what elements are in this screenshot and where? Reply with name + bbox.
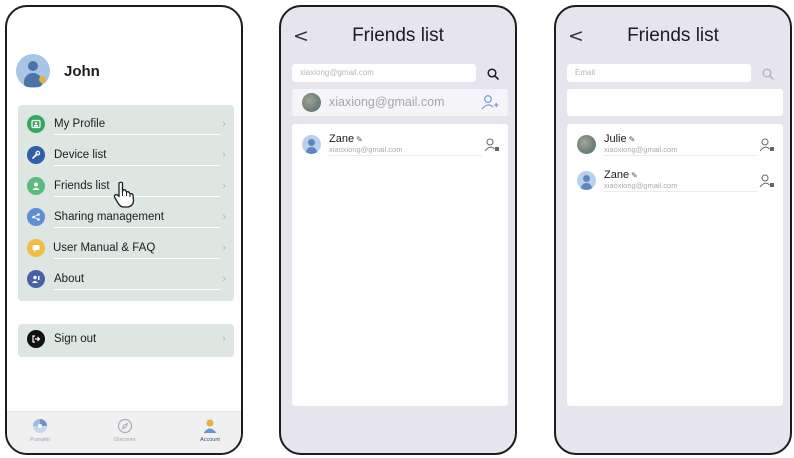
tab-discover[interactable]: Discover [95, 418, 155, 443]
sign-out-label: Sign out [54, 333, 97, 345]
remove-friend-icon[interactable] [484, 138, 500, 152]
chevron-right-icon: › [222, 242, 226, 254]
friends-search-screen: < Friends list xiaxiong@gmail.com xiaxio… [279, 5, 517, 455]
add-friend-icon[interactable] [481, 94, 499, 111]
friend-email: xiaoxiong@gmail.com [329, 145, 403, 154]
result-email: xiaxiong@gmail.com [329, 95, 445, 109]
avatar [302, 93, 321, 112]
chevron-right-icon: › [222, 211, 226, 223]
compass-icon [117, 418, 133, 434]
chevron-right-icon: › [222, 149, 226, 161]
edit-pencil-icon[interactable]: ✎ [629, 135, 636, 144]
friend-list: Julie ✎ xiaoxiong@gmail.com Zane ✎ xiaoxio… [567, 124, 783, 406]
friend-row[interactable]: Zane ✎ xiaoxiong@gmail.com [292, 129, 508, 159]
avatar [577, 171, 596, 190]
user-name: John [64, 62, 100, 80]
friend-name: Zane [329, 133, 355, 145]
edit-pencil-icon[interactable]: ✎ [631, 171, 638, 180]
chevron-right-icon: › [222, 118, 226, 130]
page-title: Friends list [627, 25, 719, 46]
search-result-empty [567, 89, 783, 116]
wrench-icon [27, 146, 45, 164]
bottom-tab-bar: Pumpkit Discover Account [7, 411, 241, 453]
about-icon [27, 270, 45, 288]
menu-item-user-manual-faq[interactable]: User Manual & FAQ › [18, 235, 234, 263]
friend-icon [27, 177, 45, 195]
chevron-right-icon: › [222, 333, 226, 345]
chevron-right-icon: › [222, 273, 226, 285]
avatar [302, 135, 321, 154]
email-search-input[interactable]: Email [567, 64, 751, 82]
menu-item-label: Friends list [54, 180, 110, 192]
chat-icon [27, 239, 45, 257]
search-result[interactable]: xiaxiong@gmail.com [292, 89, 508, 116]
friend-email: xiaoxiong@gmail.com [604, 181, 678, 190]
menu-item-label: Sharing management [54, 211, 164, 223]
tab-account[interactable]: Account [180, 418, 240, 443]
email-search-input[interactable]: xiaxiong@gmail.com [292, 64, 476, 82]
pumpkit-icon [32, 418, 48, 434]
menu-item-label: User Manual & FAQ [53, 242, 156, 254]
edit-pencil-icon[interactable]: ✎ [356, 135, 363, 144]
friends-list-screen: < Friends list Email Julie ✎ xiaoxiong@gm… [554, 5, 792, 455]
sign-out-icon [27, 330, 45, 348]
profile-icon [27, 115, 45, 133]
menu-item-label: Device list [54, 149, 107, 161]
sign-out-button[interactable]: Sign out › [18, 324, 234, 357]
avatar [577, 135, 596, 154]
menu-item-my-profile[interactable]: My Profile › [18, 111, 234, 139]
remove-friend-icon[interactable] [759, 138, 775, 152]
account-icon [202, 418, 218, 434]
remove-friend-icon[interactable] [759, 174, 775, 188]
friend-email: xiaoxiong@gmail.com [604, 145, 678, 154]
menu-item-label: About [54, 273, 85, 285]
account-screen: John My Profile › Device list › Friends … [5, 5, 243, 455]
friend-row[interactable]: Zane ✎ xiaoxiong@gmail.com [567, 165, 783, 195]
avatar[interactable] [16, 54, 50, 88]
search-icon[interactable] [761, 67, 775, 81]
menu-item-device-list[interactable]: Device list › [18, 142, 234, 170]
nav-bar: < Friends list [556, 23, 790, 51]
tab-pumpkit[interactable]: Pumpkit [10, 418, 70, 443]
friend-name: Julie [604, 133, 627, 145]
nav-bar: < Friends list [281, 23, 515, 51]
chevron-right-icon: › [222, 180, 226, 192]
friend-row[interactable]: Julie ✎ xiaoxiong@gmail.com [567, 129, 783, 159]
user-header[interactable]: John [16, 53, 100, 89]
menu-item-about[interactable]: About › [18, 266, 234, 294]
friend-list: Zane ✎ xiaoxiong@gmail.com [292, 124, 508, 406]
page-title: Friends list [352, 25, 444, 46]
share-icon [27, 208, 45, 226]
pointing-hand-icon [113, 181, 135, 208]
friend-name: Zane [604, 169, 630, 181]
menu-item-label: My Profile [54, 118, 106, 130]
search-icon[interactable] [486, 67, 500, 81]
